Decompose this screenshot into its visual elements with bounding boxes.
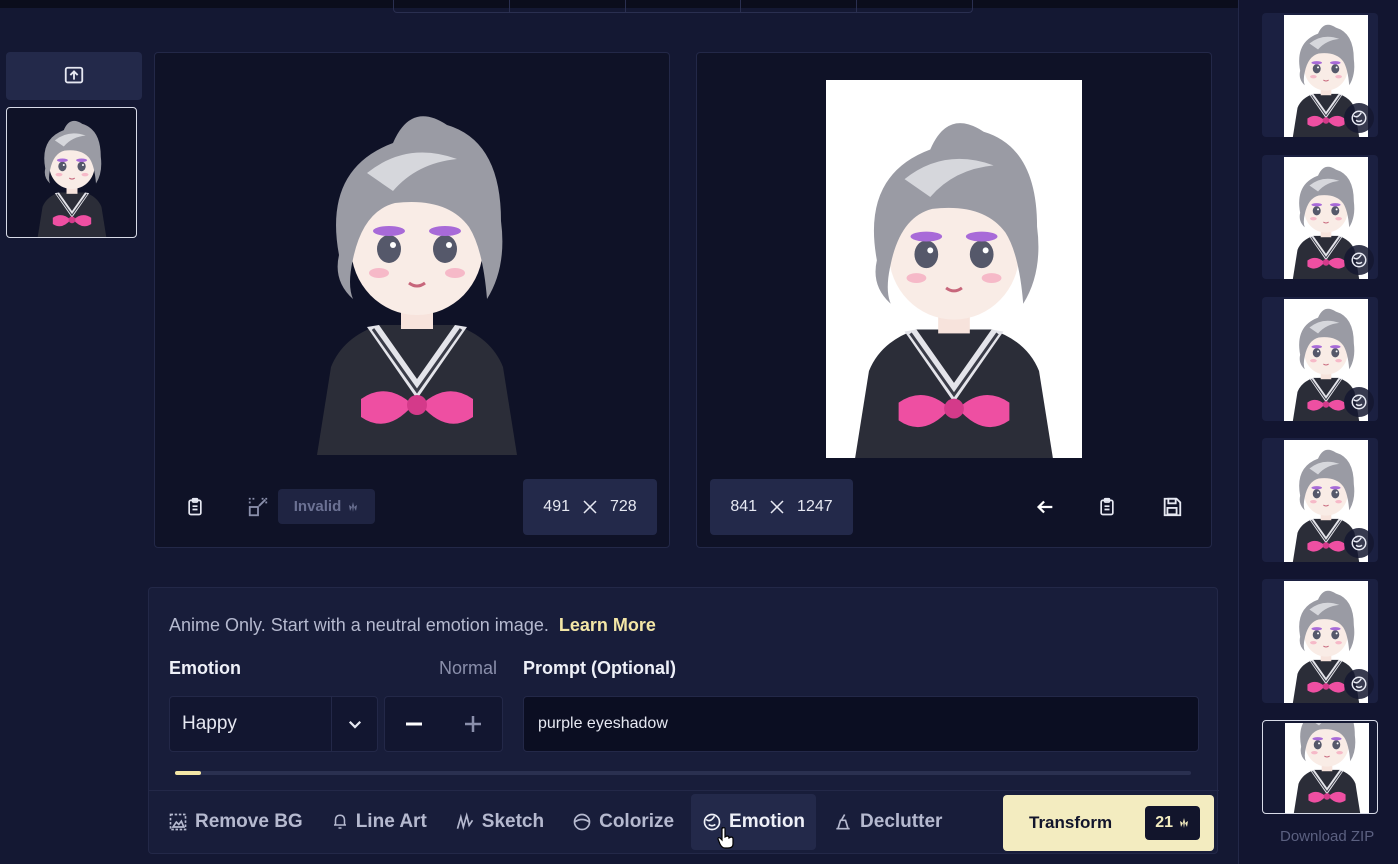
transform-button[interactable]: Transform 21 [1003, 795, 1214, 851]
top-tab-bar [393, 0, 973, 13]
upscale-button[interactable] [240, 489, 276, 525]
line-art-icon [333, 814, 346, 829]
tab-label: Colorize [599, 811, 675, 832]
emotion-badge-icon [1344, 103, 1374, 133]
clipboard-icon [1100, 497, 1114, 516]
emotion-badge-icon [1344, 387, 1374, 417]
upload-icon [64, 66, 84, 84]
tab-label: Sketch [481, 811, 545, 832]
minus-icon [406, 722, 423, 726]
copy-result-button[interactable] [1089, 489, 1125, 525]
result-image [826, 80, 1082, 458]
anime-character-image [297, 99, 537, 455]
source-image-panel: Invalid 491 728 [154, 52, 670, 548]
tab-colorize[interactable]: Colorize [561, 794, 685, 850]
plus-icon [464, 716, 481, 732]
tab-label: Remove BG [195, 811, 303, 832]
upload-button[interactable] [6, 52, 142, 100]
decrease-button[interactable] [394, 704, 434, 744]
anime-character-image [1287, 723, 1367, 813]
result-thumbnail[interactable] [1262, 155, 1378, 279]
tab-declutter[interactable]: Declutter [822, 794, 953, 850]
emotion-label: Emotion [169, 658, 241, 678]
tab-line-art[interactable]: Line Art [320, 794, 438, 850]
divider [149, 790, 1219, 791]
download-zip-button[interactable]: Download ZIP [1280, 828, 1374, 845]
times-icon [582, 499, 598, 515]
result-height: 1247 [797, 498, 833, 515]
resize-icon [248, 497, 268, 517]
input-thumbnail[interactable] [6, 107, 137, 238]
prompt-input[interactable]: purple eyeshadow [523, 696, 1199, 752]
intensity-stepper [384, 696, 503, 752]
arrow-left-icon [1036, 500, 1053, 514]
source-width: 491 [543, 498, 570, 515]
credit-cost: 21 [1155, 814, 1173, 831]
remove-bg-icon [169, 813, 187, 831]
upscale-status-chip: Invalid [278, 489, 375, 524]
source-dimensions: 491 728 [523, 479, 657, 535]
tab-sketch[interactable]: Sketch [444, 794, 555, 850]
anime-character-image [834, 106, 1074, 458]
source-height: 728 [610, 498, 637, 515]
results-sidebar [1238, 0, 1398, 864]
increase-button[interactable] [453, 704, 493, 744]
save-icon [1163, 497, 1182, 517]
result-thumbnail-selected[interactable] [1262, 720, 1378, 814]
emotion-badge-icon [1344, 669, 1374, 699]
tab-remove-bg[interactable]: Remove BG [157, 794, 314, 850]
result-thumbnail[interactable] [1262, 13, 1378, 137]
tab-emotion[interactable]: Emotion [691, 794, 817, 850]
emotion-value: Happy [182, 713, 237, 734]
use-as-input-button[interactable] [1027, 489, 1063, 525]
tab-label: Line Art [355, 811, 427, 832]
strength-slider[interactable] [175, 771, 1191, 775]
colorize-icon [573, 813, 591, 831]
save-button[interactable] [1154, 489, 1190, 525]
anime-character-image [17, 115, 127, 237]
intensity-label: Normal [439, 658, 498, 678]
hint-label: Anime Only. Start with a neutral emotion… [169, 615, 549, 635]
credit-icon [349, 501, 358, 512]
result-thumbnail-image [1285, 723, 1369, 813]
hand-cursor-icon [717, 826, 735, 855]
result-thumbnail[interactable] [1262, 579, 1378, 703]
hint-text: Anime Only. Start with a neutral emotion… [169, 615, 656, 636]
clipboard-button[interactable] [177, 489, 213, 525]
times-icon [769, 499, 785, 515]
emotion-controls-panel: Anime Only. Start with a neutral emotion… [148, 587, 1219, 854]
prompt-label: Prompt (Optional) [523, 658, 676, 678]
sketch-icon [456, 812, 473, 831]
emotion-badge-icon [1344, 245, 1374, 275]
slider-fill [175, 771, 202, 775]
result-image-panel: 841 1247 [696, 52, 1212, 548]
credit-icon [1180, 818, 1188, 828]
result-dimensions: 841 1247 [710, 479, 853, 535]
emotion-select[interactable]: Happy [169, 696, 378, 752]
declutter-icon [836, 814, 850, 830]
clipboard-icon [188, 497, 202, 516]
credit-cost-badge: 21 [1145, 806, 1200, 840]
tab-label: Emotion [729, 811, 806, 832]
tab-label: Declutter [860, 811, 943, 832]
status-label: Invalid [293, 498, 342, 515]
transform-label: Transform [1029, 813, 1113, 832]
source-image [297, 99, 537, 455]
learn-more-link[interactable]: Learn More [559, 615, 656, 635]
tool-tabs: Remove BG Line Art Sketch Colorize Emoti… [157, 794, 953, 850]
emotion-badge-icon [1344, 528, 1374, 558]
result-width: 841 [730, 498, 758, 515]
result-thumbnail[interactable] [1262, 438, 1378, 562]
result-thumbnail[interactable] [1262, 297, 1378, 421]
chevron-down-icon [331, 697, 377, 751]
